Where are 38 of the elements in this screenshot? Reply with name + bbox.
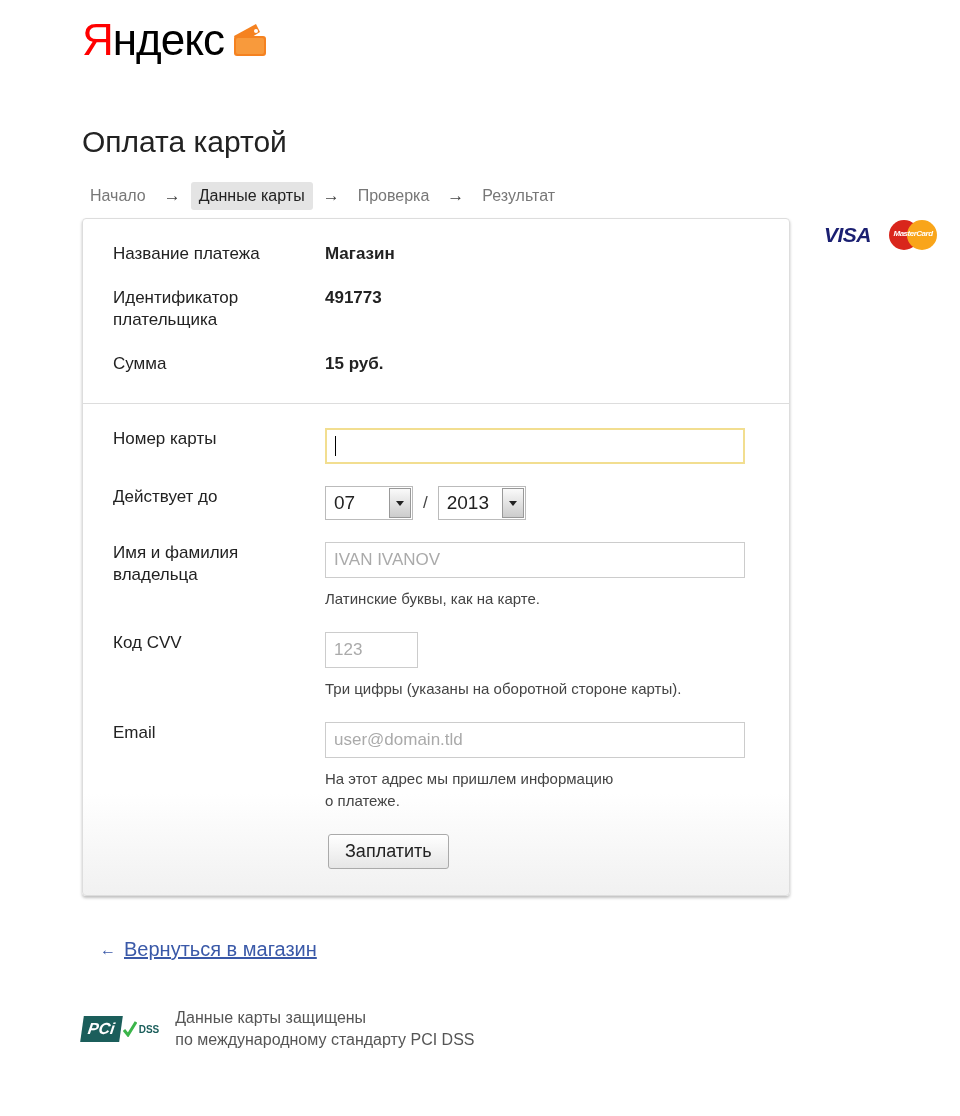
field-value: Магазин	[325, 243, 396, 265]
month-select[interactable]: 07	[325, 486, 413, 520]
field-label: Номер карты	[113, 429, 217, 448]
security-note: Данные карты защищены по международному стандарту PCI DSS	[175, 1008, 475, 1050]
email-field[interactable]: user@domain.tld	[325, 722, 745, 758]
hint-text: Три цифры (указаны на оборотной стороне карты).	[325, 679, 683, 699]
caret-icon	[396, 500, 404, 506]
step-tab[interactable]: Данные карты	[190, 182, 313, 210]
field-value: 491773	[325, 287, 383, 309]
field-label: Email	[113, 723, 156, 742]
card-number-field[interactable]	[325, 428, 745, 464]
field-value: 15 руб.	[325, 353, 385, 375]
visa-logo: VISA	[824, 223, 871, 247]
field-label: Название платежа	[113, 243, 261, 265]
arrow-icon: →	[447, 186, 465, 206]
step-tab[interactable]: Начало	[82, 182, 154, 210]
field-label: Сумма	[113, 353, 168, 375]
date-separator: /	[423, 493, 428, 513]
logo-text: Яндекс	[82, 18, 224, 62]
caret-icon	[508, 500, 517, 506]
field-label: Код CVV	[113, 633, 182, 652]
hint-text: На этот адрес мы пришлем информацию о платеже.	[325, 769, 615, 811]
name-field[interactable]: IVAN IVANOV	[325, 542, 745, 578]
step-tab[interactable]: Проверка	[349, 182, 438, 210]
back-arrow-icon: ←	[100, 940, 116, 959]
year-select[interactable]: 2013	[437, 486, 526, 520]
field-label: Идентификатор плательщика	[113, 287, 240, 331]
pci-dss-logo: PCi DSS	[82, 1016, 160, 1042]
pay-button[interactable]: Заплатить	[328, 834, 449, 869]
back-link[interactable]: Вернуться в магазин	[124, 938, 317, 961]
hint-text: Латинские буквы, как на карте.	[325, 589, 541, 609]
page-title: Оплата картой	[82, 124, 288, 160]
arrow-icon: →	[322, 186, 340, 206]
field-label: Имя и фамилия владельца	[113, 543, 239, 584]
arrow-icon: →	[163, 186, 181, 206]
cvv-field[interactable]: 123	[325, 632, 418, 668]
field-label: Действует до	[113, 487, 218, 506]
step-tab[interactable]: Результат	[474, 182, 564, 210]
